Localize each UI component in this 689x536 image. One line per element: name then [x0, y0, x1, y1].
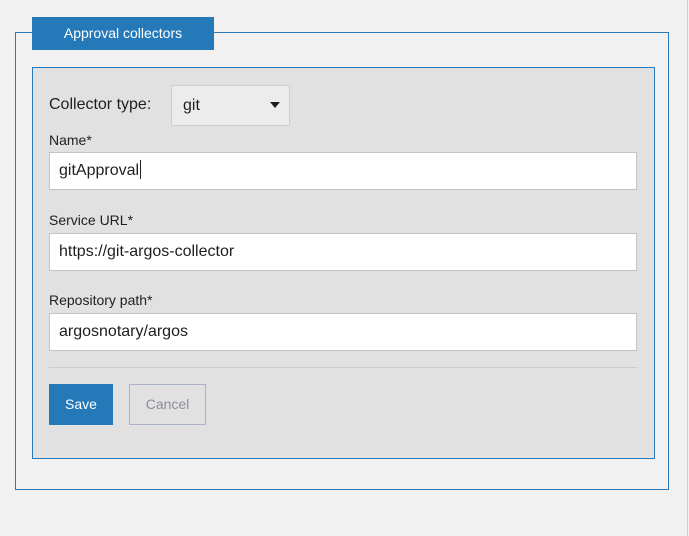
name-input[interactable]: gitApproval	[49, 152, 637, 190]
cancel-button[interactable]: Cancel	[129, 384, 206, 425]
repository-path-input[interactable]: argosnotary/argos	[49, 313, 637, 351]
page: Approval collectors Collector type: git …	[0, 0, 689, 536]
text-cursor	[140, 160, 142, 179]
collector-type-label: Collector type:	[49, 96, 152, 113]
service-url-label: Service URL*	[49, 212, 134, 228]
window-edge	[687, 0, 688, 536]
collector-type-selected-value: git	[183, 97, 200, 114]
service-url-input[interactable]: https://git-argos-collector	[49, 233, 637, 271]
repository-path-input-value: argosnotary/argos	[59, 323, 188, 340]
repository-path-label: Repository path*	[49, 292, 153, 308]
form-divider	[49, 367, 637, 368]
service-url-input-value: https://git-argos-collector	[59, 243, 235, 260]
caret-down-icon	[270, 102, 280, 108]
collector-type-select[interactable]: git	[171, 85, 290, 126]
tab-approval-collectors[interactable]: Approval collectors	[32, 17, 214, 50]
name-input-value: gitApproval	[59, 162, 140, 179]
save-button[interactable]: Save	[49, 384, 113, 425]
name-label: Name*	[49, 132, 92, 148]
